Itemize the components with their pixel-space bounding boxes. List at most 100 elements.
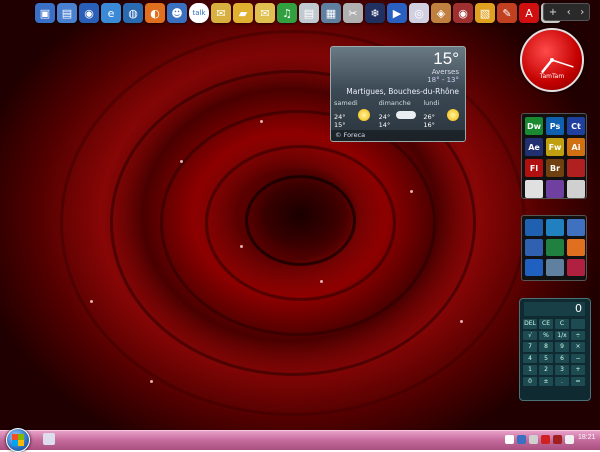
minute-hand <box>551 59 574 68</box>
adobe-app-icon[interactable]: Ae <box>525 138 543 156</box>
calculator-key[interactable] <box>571 319 585 329</box>
calculator-key[interactable]: C <box>555 319 569 329</box>
taskbar-clock[interactable]: 18:21 <box>578 434 596 441</box>
computer-icon[interactable]: ▤ <box>57 3 77 23</box>
calculator-key[interactable]: 8 <box>539 342 553 352</box>
calculator-key[interactable]: = <box>571 376 585 386</box>
email-icon[interactable]: ✉ <box>255 3 275 23</box>
outlook-icon[interactable] <box>525 259 543 276</box>
water-drop <box>240 245 243 248</box>
clock-center <box>550 58 554 62</box>
adobe-app-icon[interactable] <box>567 180 585 198</box>
forecast-day: samedi 24° 15° <box>331 99 376 129</box>
calculator-key[interactable]: 6 <box>555 353 569 363</box>
access-icon[interactable] <box>567 259 585 276</box>
app-icon[interactable]: ❄ <box>365 3 385 23</box>
calculator-key[interactable]: 1/x <box>555 330 569 340</box>
globe-icon[interactable]: ◉ <box>79 3 99 23</box>
adobe-app-icon[interactable]: Ps <box>546 117 564 135</box>
excel-icon[interactable] <box>546 239 564 256</box>
water-drop <box>460 320 463 323</box>
forecast-day-name: samedi <box>334 99 358 107</box>
acrobat-icon[interactable]: A <box>519 3 539 23</box>
play-icon[interactable]: ▶ <box>387 3 407 23</box>
calculator-key[interactable]: CE <box>539 319 553 329</box>
show-desktop-icon[interactable] <box>43 433 55 445</box>
ie-icon[interactable]: e <box>101 3 121 23</box>
calculator-key[interactable]: ÷ <box>571 330 585 340</box>
music-icon[interactable]: ♫ <box>277 3 297 23</box>
calculator-key[interactable]: 1 <box>523 365 537 375</box>
forecast-low: 14° <box>378 121 391 129</box>
media-icon[interactable]: ▦ <box>321 3 341 23</box>
adobe-app-icon[interactable] <box>567 159 585 177</box>
clock-gadget[interactable]: TamTam <box>520 28 584 92</box>
tray-volume-icon[interactable] <box>529 434 538 444</box>
temperature-range: 18° - 13° <box>427 76 459 84</box>
mail-icon[interactable]: ✉ <box>211 3 231 23</box>
network-icon[interactable]: ▣ <box>35 3 55 23</box>
adobe-app-icon[interactable]: Dw <box>525 117 543 135</box>
calculator-key[interactable]: ± <box>539 376 553 386</box>
system-tray <box>505 433 574 445</box>
add-gadget-icon[interactable]: + <box>549 7 557 18</box>
tray-shield-icon[interactable] <box>565 434 574 444</box>
calculator-key[interactable]: × <box>571 342 585 352</box>
infopath-icon[interactable] <box>546 259 564 276</box>
office-icon[interactable] <box>525 219 543 236</box>
calculator-key[interactable]: − <box>571 353 585 363</box>
word-icon[interactable] <box>525 239 543 256</box>
folder-icon[interactable]: ▰ <box>233 3 253 23</box>
adobe-app-icon[interactable]: Br <box>546 159 564 177</box>
adobe-app-icon[interactable]: Ai <box>567 138 585 156</box>
store-icon[interactable]: ▧ <box>475 3 495 23</box>
settings-icon[interactable]: ◉ <box>453 3 473 23</box>
calculator-key[interactable]: 7 <box>523 342 537 352</box>
disc-icon[interactable]: ◎ <box>409 3 429 23</box>
forecast-days: samedi 24° 15° dimanche 24° 14° lundi 26° 1… <box>331 99 465 129</box>
tray-app-icon[interactable] <box>553 434 562 444</box>
adobe-app-icon[interactable] <box>546 180 564 198</box>
document-icon[interactable]: ▤ <box>299 3 319 23</box>
clock-face <box>541 58 574 73</box>
paint-icon[interactable]: ✎ <box>497 3 517 23</box>
calculator-key[interactable]: % <box>539 330 553 340</box>
powerpoint-icon[interactable] <box>567 239 585 256</box>
adobe-app-icon[interactable]: Fl <box>525 159 543 177</box>
calculator-key[interactable]: . <box>555 376 569 386</box>
tray-network-icon[interactable] <box>517 434 526 444</box>
calculator-key[interactable]: 5 <box>539 353 553 363</box>
calculator-key[interactable]: + <box>571 365 585 375</box>
contacts-icon[interactable]: ☻ <box>167 3 187 23</box>
hour-hand <box>541 58 554 73</box>
calculator-key[interactable]: 4 <box>523 353 537 363</box>
game-icon[interactable]: ◈ <box>431 3 451 23</box>
tools-icon[interactable]: ✂ <box>343 3 363 23</box>
adobe-app-icon[interactable]: Ct <box>567 117 585 135</box>
prev-icon[interactable]: ‹ <box>567 7 571 18</box>
current-temperature: 15° <box>433 49 459 68</box>
adobe-app-icon[interactable]: Fw <box>546 138 564 156</box>
weather-provider[interactable]: © Foreca <box>331 130 465 141</box>
tray-arrow-icon[interactable] <box>505 434 514 444</box>
clock-brand: TamTam <box>539 73 565 80</box>
calculator-key[interactable]: √ <box>523 330 537 340</box>
calculator-key[interactable]: 2 <box>539 365 553 375</box>
gadget-controls[interactable]: + ‹ › <box>543 3 590 21</box>
firefox-icon[interactable]: ◐ <box>145 3 165 23</box>
weather-gadget[interactable]: 15° Averses 18° - 13° Martigues, Bouches… <box>330 46 466 142</box>
talk-icon[interactable]: talk <box>189 3 209 23</box>
weather-location: Martigues, Bouches-du-Rhône <box>346 87 459 96</box>
calculator-key[interactable]: DEL <box>523 319 537 329</box>
publisher-icon[interactable] <box>546 219 564 236</box>
cloud-icon <box>396 111 417 119</box>
tray-acrobat-icon[interactable] <box>541 434 550 444</box>
notes-icon[interactable] <box>567 219 585 236</box>
browser-icon[interactable]: ◍ <box>123 3 143 23</box>
calculator-key[interactable]: 9 <box>555 342 569 352</box>
adobe-app-icon[interactable] <box>525 180 543 198</box>
calculator-key[interactable]: 3 <box>555 365 569 375</box>
next-icon[interactable]: › <box>580 7 584 18</box>
calculator-key[interactable]: 0 <box>523 376 537 386</box>
start-button[interactable] <box>6 428 30 452</box>
